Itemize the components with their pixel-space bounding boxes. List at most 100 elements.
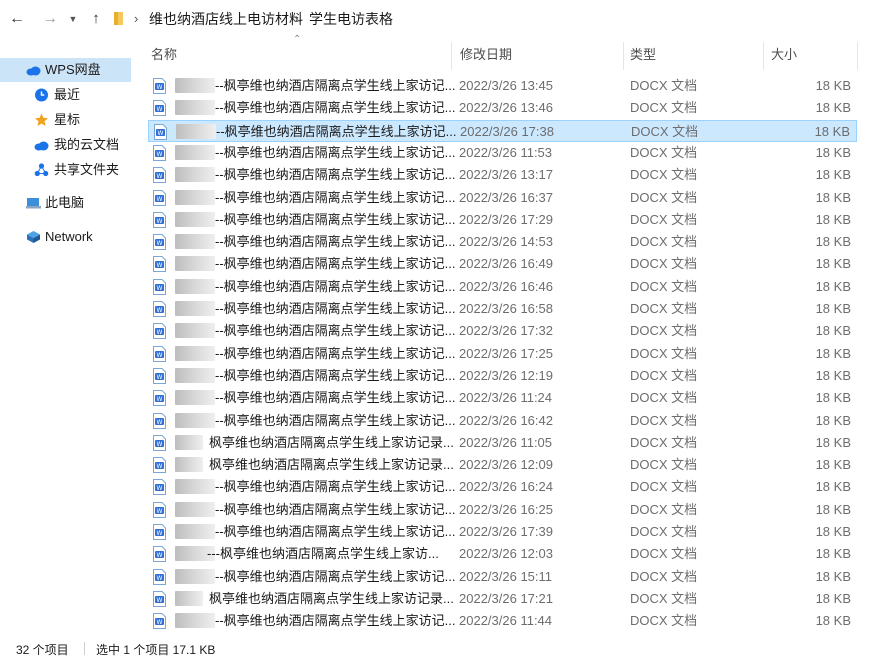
file-row[interactable]: W --枫亭维也纳酒店隔离点学生线上家访记... 2022/3/26 15:11 DO… (148, 566, 857, 588)
address-bar: ← → ▼ ↑ › 维也纳酒店线上电访材料 › 学生电访表格 (0, 0, 870, 38)
file-type: DOCX 文档 (630, 368, 698, 383)
file-name: --枫亭维也纳酒店隔离点学生线上家访记... (215, 256, 456, 271)
file-size: 18 KB (815, 167, 851, 182)
file-row[interactable]: W --枫亭维也纳酒店隔离点学生线上家访记... 2022/3/26 13:45 DO… (148, 75, 857, 97)
svg-text:W: W (157, 396, 163, 403)
sidebar-item-this-pc[interactable]: 此电脑 (0, 191, 131, 215)
file-type: DOCX 文档 (630, 613, 698, 628)
forward-arrow-icon[interactable]: → (41, 9, 59, 29)
sidebar-item-starred[interactable]: 星标 (0, 108, 131, 132)
file-modified-date: 2022/3/26 17:29 (459, 212, 553, 227)
file-name: --枫亭维也纳酒店隔离点学生线上家访记... (215, 368, 456, 383)
file-row[interactable]: W 枫亭维也纳酒店隔离点学生线上家访记录... 2022/3/26 17:21 DOC… (148, 588, 857, 610)
file-row[interactable]: W --枫亭维也纳酒店隔离点学生线上家访记... 2022/3/26 16:58 DO… (148, 298, 857, 320)
docx-file-icon: W (153, 78, 166, 94)
column-divider[interactable] (763, 42, 764, 70)
file-type: DOCX 文档 (630, 479, 698, 494)
file-row[interactable]: W --枫亭维也纳酒店隔离点学生线上家访记... 2022/3/26 12:19 DO… (148, 365, 857, 387)
clock-icon (35, 88, 48, 102)
breadcrumb-item-parent[interactable]: 维也纳酒店线上电访材料 (149, 9, 303, 29)
file-name: --枫亭维也纳酒店隔离点学生线上家访记... (215, 190, 456, 205)
file-row[interactable]: W --枫亭维也纳酒店隔离点学生线上家访记... 2022/3/26 11:53 DO… (148, 142, 857, 164)
redacted-name-prefix (175, 190, 215, 205)
file-type: DOCX 文档 (630, 457, 698, 472)
redacted-name-prefix (175, 479, 215, 494)
svg-text:W: W (157, 352, 163, 359)
sidebar-item-shared-folder[interactable]: 共享文件夹 (0, 158, 131, 182)
file-row[interactable]: W --枫亭维也纳酒店隔离点学生线上家访记... 2022/3/26 16:46 DO… (148, 276, 857, 298)
file-name: --枫亭维也纳酒店隔离点学生线上家访记... (216, 124, 457, 139)
docx-file-icon: W (153, 502, 166, 518)
file-modified-date: 2022/3/26 12:09 (459, 457, 553, 472)
file-row[interactable]: W --枫亭维也纳酒店隔离点学生线上家访记... 2022/3/26 16:24 DO… (148, 476, 857, 498)
file-modified-date: 2022/3/26 16:42 (459, 413, 553, 428)
column-header-size[interactable]: 大小 (771, 38, 797, 70)
file-row[interactable]: W --枫亭维也纳酒店隔离点学生线上家访记... 2022/3/26 16:42 DO… (148, 410, 857, 432)
redacted-name-prefix (175, 323, 215, 338)
column-divider[interactable] (857, 42, 858, 70)
file-type: DOCX 文档 (630, 256, 698, 271)
svg-text:W: W (157, 84, 163, 91)
sidebar-item-label: 我的云文档 (54, 137, 120, 152)
file-row[interactable]: W --枫亭维也纳酒店隔离点学生线上家访记... 2022/3/26 11:44 DO… (148, 610, 857, 632)
file-row[interactable]: W --枫亭维也纳酒店隔离点学生线上家访记... 2022/3/26 17:29 DO… (148, 209, 857, 231)
svg-text:W: W (157, 218, 163, 225)
svg-text:W: W (157, 463, 163, 470)
docx-file-icon: W (153, 190, 166, 206)
file-modified-date: 2022/3/26 15:11 (459, 569, 553, 584)
breadcrumb-item-current[interactable]: 学生电访表格 (309, 9, 393, 29)
file-modified-date: 2022/3/26 17:25 (459, 346, 553, 361)
file-name: --枫亭维也纳酒店隔离点学生线上家访记... (215, 78, 456, 93)
file-row[interactable]: W --枫亭维也纳酒店隔离点学生线上家访记... 2022/3/26 17:39 DO… (148, 521, 857, 543)
file-row[interactable]: W --枫亭维也纳酒店隔离点学生线上家访记... 2022/3/26 11:24 DO… (148, 387, 857, 409)
file-modified-date: 2022/3/26 16:46 (459, 279, 553, 294)
svg-text:W: W (157, 262, 163, 269)
up-arrow-icon[interactable]: ↑ (87, 9, 105, 29)
file-row[interactable]: W --枫亭维也纳酒店隔离点学生线上家访记... 2022/3/26 16:37 DO… (148, 187, 857, 209)
file-row[interactable]: W --枫亭维也纳酒店隔离点学生线上家访记... 2022/3/26 17:32 DO… (148, 320, 857, 342)
docx-file-icon: W (153, 279, 166, 295)
file-row[interactable]: W --枫亭维也纳酒店隔离点学生线上家访记... 2022/3/26 16:25 DO… (148, 499, 857, 521)
svg-text:W: W (157, 173, 163, 180)
file-row[interactable]: W --枫亭维也纳酒店隔离点学生线上家访记... 2022/3/26 13:17 DO… (148, 164, 857, 186)
file-row[interactable]: W --枫亭维也纳酒店隔离点学生线上家访记... 2022/3/26 16:49 DO… (148, 253, 857, 275)
file-name: --枫亭维也纳酒店隔离点学生线上家访记... (215, 212, 456, 227)
file-row[interactable]: W 枫亭维也纳酒店隔离点学生线上家访记录... 2022/3/26 12:09 DOC… (148, 454, 857, 476)
file-modified-date: 2022/3/26 13:46 (459, 100, 553, 115)
file-type: DOCX 文档 (630, 167, 698, 182)
column-header-date[interactable]: 修改日期 (460, 38, 512, 70)
sidebar-item-recent[interactable]: 最近 (0, 83, 131, 107)
file-row[interactable]: W --枫亭维也纳酒店隔离点学生线上家访记... 2022/3/26 17:38 DO… (148, 120, 857, 142)
file-modified-date: 2022/3/26 16:58 (459, 301, 553, 316)
sidebar-item-my-cloud-docs[interactable]: 我的云文档 (0, 133, 131, 157)
docx-file-icon: W (153, 390, 166, 406)
file-row[interactable]: W 枫亭维也纳酒店隔离点学生线上家访记录... 2022/3/26 11:05 DOC… (148, 432, 857, 454)
sidebar-item-label: WPS网盘 (45, 62, 101, 77)
file-row[interactable]: W ---枫亭维也纳酒店隔离点学生线上家访... 2022/3/26 12:03 DO… (148, 543, 857, 565)
column-divider[interactable] (623, 42, 624, 70)
file-row[interactable]: W --枫亭维也纳酒店隔离点学生线上家访记... 2022/3/26 14:53 DO… (148, 231, 857, 253)
file-name: --枫亭维也纳酒店隔离点学生线上家访记... (215, 413, 456, 428)
sidebar-item-network[interactable]: Network (0, 225, 131, 249)
docx-file-icon: W (153, 145, 166, 161)
sidebar-item-wps-cloud[interactable]: WPS网盘 (0, 58, 131, 82)
file-row[interactable]: W --枫亭维也纳酒店隔离点学生线上家访记... 2022/3/26 13:46 DO… (148, 97, 857, 119)
file-modified-date: 2022/3/26 12:19 (459, 368, 553, 383)
svg-text:W: W (157, 374, 163, 381)
docx-file-icon: W (153, 256, 166, 272)
recent-locations-chevron-icon[interactable]: ▼ (64, 9, 82, 29)
file-size: 18 KB (815, 591, 851, 606)
column-divider[interactable] (451, 42, 452, 70)
file-row[interactable]: W --枫亭维也纳酒店隔离点学生线上家访记... 2022/3/26 17:25 DO… (148, 343, 857, 365)
breadcrumb-separator-icon: › (294, 11, 299, 26)
column-header-name[interactable]: 名称 (151, 38, 177, 70)
file-name: --枫亭维也纳酒店隔离点学生线上家访记... (215, 167, 456, 182)
file-type: DOCX 文档 (630, 502, 698, 517)
back-arrow-icon[interactable]: ← (8, 9, 26, 29)
column-header: ⌃ 名称 修改日期 类型 大小 (131, 34, 870, 70)
redacted-name-prefix (175, 390, 215, 405)
docx-file-icon: W (153, 212, 166, 228)
column-header-type[interactable]: 类型 (630, 38, 656, 70)
file-name: --枫亭维也纳酒店隔离点学生线上家访记... (215, 502, 456, 517)
docx-file-icon: W (153, 569, 166, 585)
